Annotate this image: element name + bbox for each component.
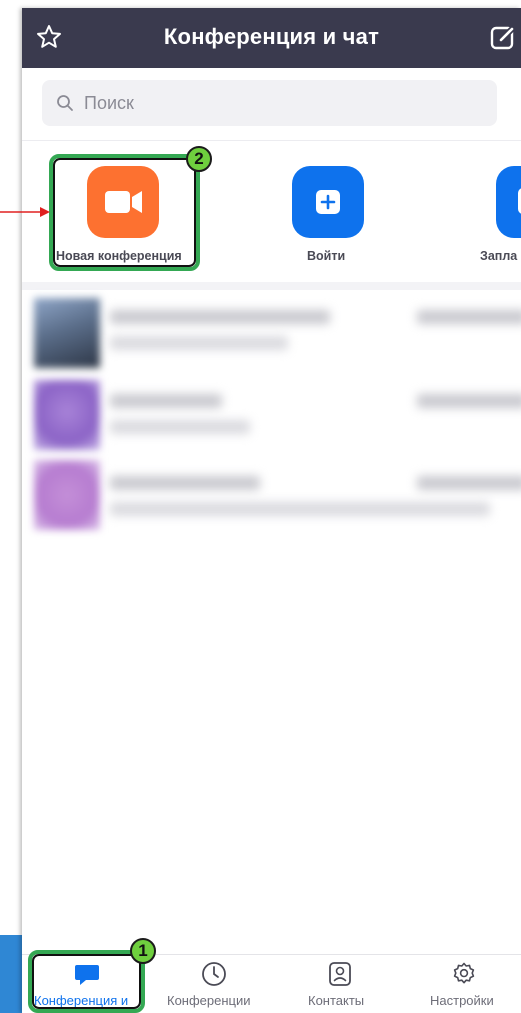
page-title: Конференция и чат	[163, 24, 380, 49]
step-badge-1: 1	[130, 938, 156, 964]
document-decoration	[0, 935, 22, 1013]
search-input[interactable]: Поиск	[42, 80, 497, 126]
tab-label: Контакты	[308, 993, 365, 1008]
gear-icon	[453, 962, 475, 984]
clock-icon	[202, 962, 226, 986]
compose-icon[interactable]	[488, 22, 518, 52]
chat-time-blurred	[417, 310, 521, 324]
divider	[22, 140, 521, 141]
calendar-icon	[518, 188, 521, 214]
plus-icon	[316, 190, 340, 214]
section-divider	[22, 282, 521, 290]
avatar	[34, 298, 100, 368]
search-icon	[57, 95, 73, 111]
contact-card-icon	[329, 962, 351, 986]
join-label: Войти	[307, 249, 346, 263]
step-badge-2: 2	[186, 146, 212, 172]
schedule-button[interactable]	[496, 166, 521, 238]
schedule-label: Запла	[480, 249, 518, 263]
chat-name-blurred	[110, 394, 222, 408]
pointer-arrow-icon	[0, 207, 50, 217]
avatar	[34, 380, 100, 450]
tab-label: Конференции	[167, 993, 251, 1008]
highlight-box-tab	[28, 950, 145, 1013]
tab-contacts[interactable]: Контакты	[297, 955, 387, 1013]
app-screen: Конференция и чат Поиск Новая конференци…	[22, 8, 521, 1013]
chat-preview-blurred	[110, 336, 288, 350]
highlight-border	[53, 158, 196, 267]
highlight-box-new-meeting	[49, 154, 200, 271]
join-button[interactable]	[292, 166, 364, 238]
chat-name-blurred	[110, 476, 260, 490]
chat-preview-blurred	[110, 502, 490, 516]
chat-time-blurred	[417, 394, 521, 408]
app-header: Конференция и чат	[22, 8, 521, 68]
document-background	[0, 0, 22, 1013]
chat-list-item[interactable]	[22, 298, 521, 376]
tab-settings[interactable]: Настройки	[422, 955, 517, 1013]
chat-list-item[interactable]	[22, 460, 521, 538]
chat-list-item[interactable]	[22, 380, 521, 458]
avatar	[34, 460, 100, 530]
chat-time-blurred	[417, 476, 521, 490]
chat-preview-blurred	[110, 420, 250, 434]
tab-meetings[interactable]: Конференции	[162, 955, 272, 1013]
tab-label: Настройки	[430, 993, 494, 1008]
highlight-border	[32, 954, 141, 1009]
search-placeholder: Поиск	[84, 93, 134, 113]
chat-name-blurred	[110, 310, 330, 324]
